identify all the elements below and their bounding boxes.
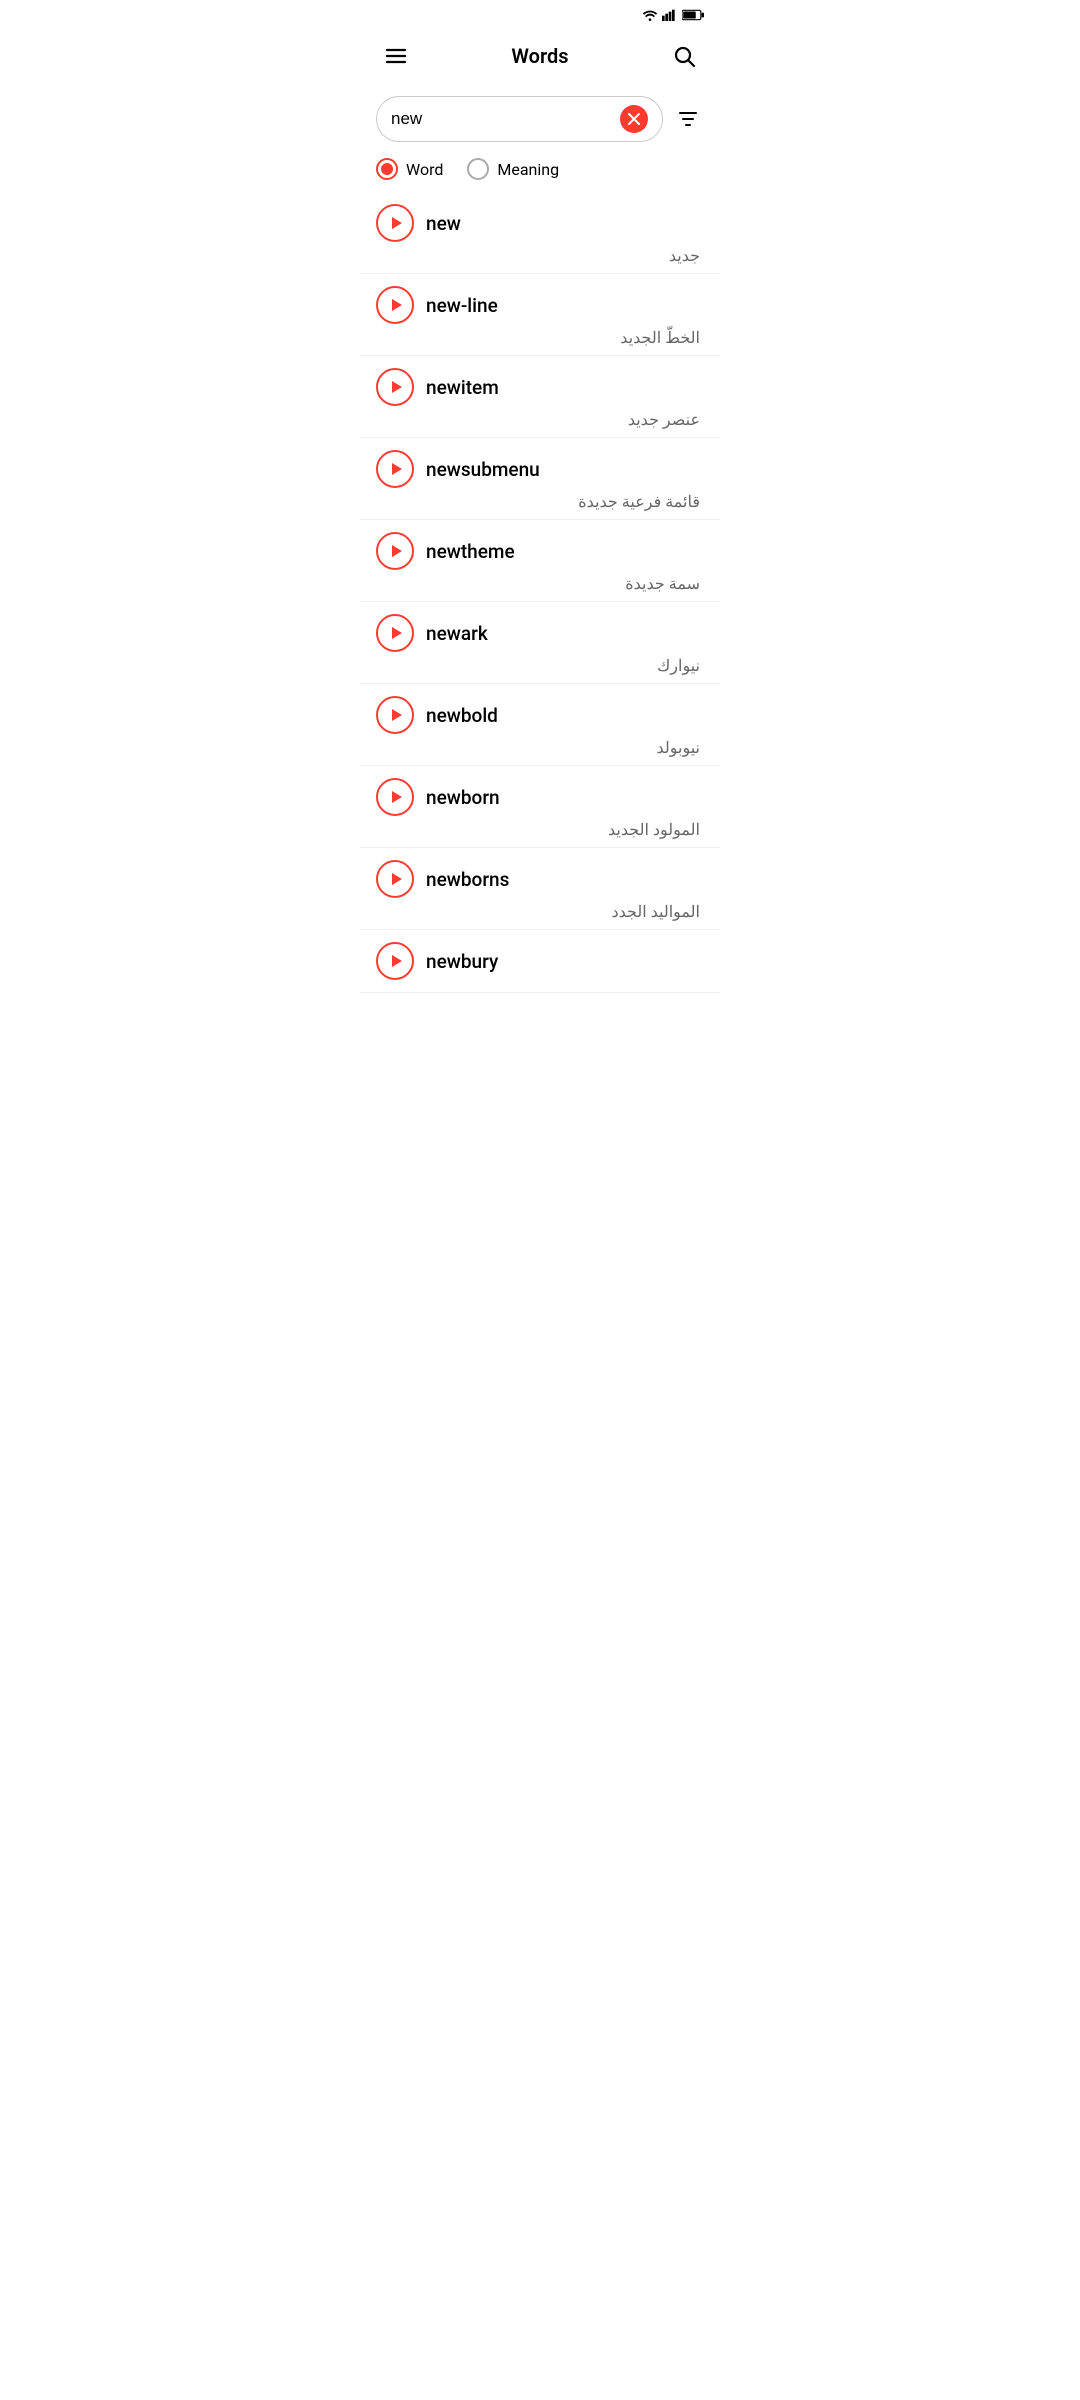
word-meaning: عنصر جديد [376,410,704,429]
tab-word[interactable]: Word [376,158,443,180]
play-button[interactable] [376,860,414,898]
search-input[interactable]: new [391,109,612,129]
word-row: new-line [376,286,704,324]
word-meaning: سمة جديدة [376,574,704,593]
play-button[interactable] [376,942,414,980]
menu-button[interactable] [376,36,416,76]
tab-word-label: Word [406,160,443,179]
signal-icon [662,9,678,24]
word-text: newbold [426,704,498,727]
search-box: new [376,96,663,142]
word-text: newtheme [426,540,515,563]
list-item: new جديد [360,192,720,274]
radio-word [376,158,398,180]
word-list: new جديد new-line الخطّ الجديد [360,192,720,993]
word-meaning: نيوارك [376,656,704,675]
play-button[interactable] [376,286,414,324]
word-text: newark [426,622,488,645]
word-meaning: المولود الجديد [376,820,704,839]
play-button[interactable] [376,368,414,406]
word-row: newbold [376,696,704,734]
play-button[interactable] [376,450,414,488]
word-meaning: الخطّ الجديد [376,328,704,347]
word-text: new-line [426,294,498,317]
word-row: newsubmenu [376,450,704,488]
wifi-icon [642,9,658,24]
word-row: newbury [376,942,704,980]
word-row: newborns [376,860,704,898]
word-meaning: نيوبولد [376,738,704,757]
list-item: newark نيوارك [360,602,720,684]
status-bar [360,0,720,28]
play-button[interactable] [376,532,414,570]
word-row: newborn [376,778,704,816]
clear-button[interactable] [620,105,648,133]
word-row: newtheme [376,532,704,570]
tab-meaning[interactable]: Meaning [467,158,559,180]
word-row: newark [376,614,704,652]
word-meaning: المواليد الجدد [376,902,704,921]
list-item: newborns المواليد الجدد [360,848,720,930]
list-item: newborn المولود الجديد [360,766,720,848]
filter-tabs: Word Meaning [360,154,720,192]
word-row: new [376,204,704,242]
filter-button[interactable] [671,99,704,139]
header: Words [360,28,720,88]
word-text: new [426,212,461,235]
radio-word-inner [381,163,393,175]
list-item: newbury [360,930,720,993]
word-meaning: قائمة فرعية جديدة [376,492,704,511]
word-meaning: جديد [376,246,704,265]
word-text: newbury [426,950,498,973]
word-text: newborn [426,786,500,809]
radio-meaning [467,158,489,180]
play-button[interactable] [376,204,414,242]
tab-meaning-label: Meaning [497,160,559,179]
word-text: newsubmenu [426,458,540,481]
status-icons [642,9,704,24]
search-header-button[interactable] [664,36,704,76]
word-text: newborns [426,868,509,891]
list-item: newbold نيوبولد [360,684,720,766]
play-button[interactable] [376,696,414,734]
play-button[interactable] [376,614,414,652]
word-text: newitem [426,376,499,399]
list-item: newitem عنصر جديد [360,356,720,438]
list-item: new-line الخطّ الجديد [360,274,720,356]
list-item: newtheme سمة جديدة [360,520,720,602]
page-title: Words [416,44,664,68]
search-container: new [360,88,720,154]
word-row: newitem [376,368,704,406]
battery-icon [682,9,704,24]
list-item: newsubmenu قائمة فرعية جديدة [360,438,720,520]
play-button[interactable] [376,778,414,816]
